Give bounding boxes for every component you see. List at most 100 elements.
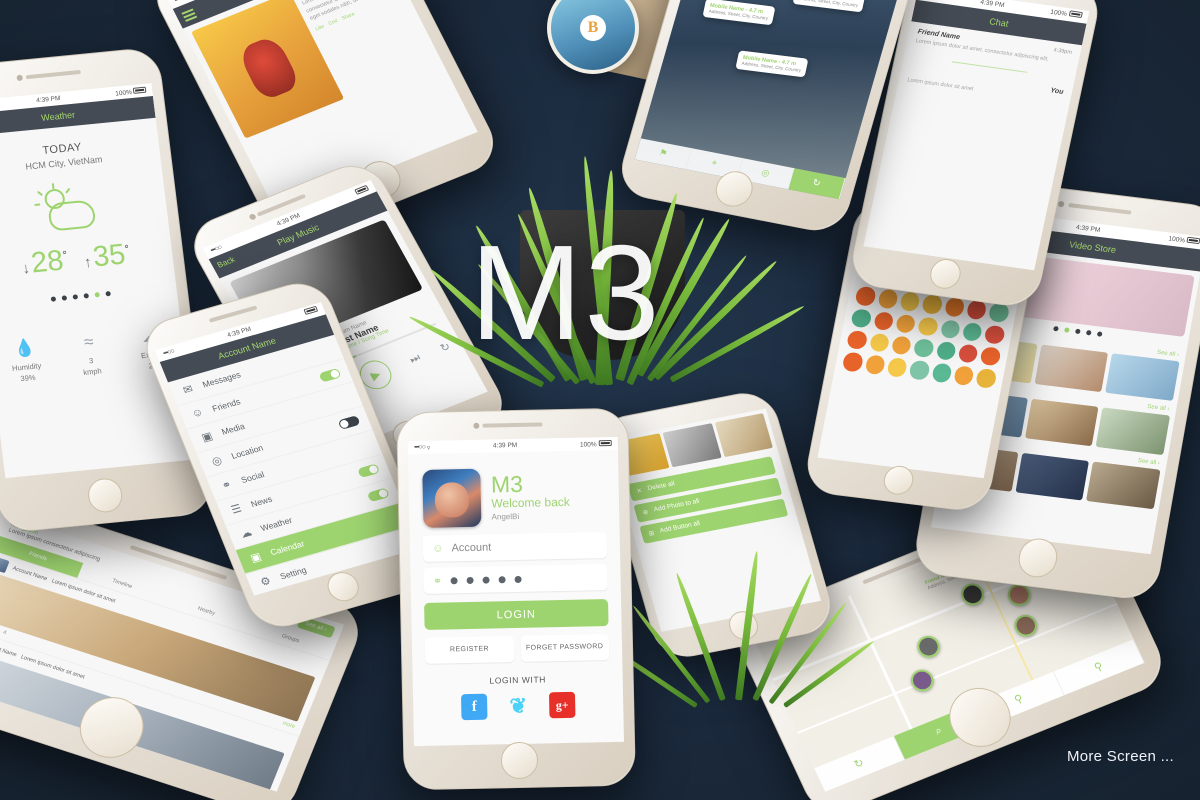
more-screen-label: More Screen ... [1066, 748, 1174, 765]
battery-icon [1186, 237, 1200, 245]
badge-letter: B [580, 15, 606, 41]
emoji-icon[interactable] [917, 316, 939, 337]
register-button[interactable]: REGISTER [425, 636, 514, 665]
account-field[interactable]: ☺ Account [423, 532, 607, 563]
emoji-icon[interactable] [894, 313, 917, 334]
password-input[interactable] [450, 575, 522, 585]
map-pin-avatar[interactable] [913, 631, 944, 661]
brand-overlay: M3 [470, 217, 662, 368]
emoji-icon[interactable] [921, 294, 944, 315]
see-all-link[interactable]: See all › [1147, 404, 1170, 413]
emoji-icon[interactable] [930, 362, 953, 384]
ar-card-sub: Address, Street, City, Country [798, 0, 859, 8]
emoji-icon[interactable] [983, 324, 1006, 345]
emoji-icon[interactable] [965, 299, 988, 321]
login-screen: •••○○ ▿ 4:39 PM 100% M3 Welcome back Ang… [408, 437, 624, 746]
weather-pager[interactable] [0, 285, 177, 309]
battery-icon [354, 184, 370, 195]
action-label: Add Button all [659, 520, 701, 535]
battery-pct: 100% [1167, 235, 1186, 245]
news-toggle[interactable] [356, 463, 380, 479]
action-label: Delete all [646, 480, 676, 493]
emoji-icon[interactable] [957, 343, 980, 364]
emoji-icon[interactable] [876, 288, 899, 310]
emoji-icon[interactable] [854, 286, 877, 307]
emoji-icon[interactable] [850, 308, 873, 329]
friends-toggle[interactable] [317, 367, 341, 383]
status-time: 4:39 PM [492, 442, 518, 450]
repeat-icon[interactable]: ↻ [438, 340, 452, 355]
more-link[interactable]: more [282, 720, 296, 729]
video-thumb[interactable] [1034, 344, 1109, 393]
facebook-icon[interactable]: f [460, 693, 488, 721]
gallery-screen: ✕ Delete all ⊕ Add Photo to all ⊞ Add Bu… [606, 408, 822, 633]
see-all-link[interactable]: See all › [1156, 350, 1179, 359]
emoji-icon[interactable] [975, 368, 998, 389]
weather-icon: ☁ [238, 526, 254, 541]
like-icon[interactable]: Like [314, 24, 325, 33]
login-button[interactable]: LOGIN [424, 599, 609, 631]
gallery-thumb[interactable] [662, 422, 722, 467]
emoji-icon[interactable] [943, 297, 966, 318]
emoji-icon[interactable] [872, 310, 895, 332]
battery-pct: 100% [114, 88, 133, 98]
stat-humidity: 💧 Humidity 39% [9, 337, 43, 384]
gear-icon: ⚙ [258, 574, 273, 589]
emoji-icon[interactable] [908, 360, 931, 381]
sidebar-item-label: News [249, 493, 274, 510]
video-thumb[interactable] [1095, 407, 1171, 455]
share-icon[interactable]: 4 [2, 629, 7, 636]
back-button[interactable]: Back [216, 255, 237, 270]
weather-toggle[interactable] [366, 487, 390, 503]
video-thumb[interactable] [1105, 353, 1180, 401]
login-header: M3 Welcome back AngelBi [408, 450, 619, 536]
avatar [0, 556, 11, 574]
emoji-icon[interactable] [912, 338, 935, 359]
ar-card[interactable]: Mobile Name - 4.7 m Address, Street, Cit… [702, 0, 776, 26]
map-pin-avatar[interactable] [907, 666, 937, 695]
temp-low: 28 [29, 244, 66, 280]
video-thumb[interactable] [1015, 452, 1090, 501]
emoji-icon[interactable] [886, 357, 909, 378]
phone-login[interactable]: •••○○ ▿ 4:39 PM 100% M3 Welcome back Ang… [396, 407, 636, 791]
next-icon[interactable]: ⏭ [408, 352, 424, 367]
emoji-icon[interactable] [890, 335, 913, 356]
video-thumb[interactable] [1086, 461, 1161, 510]
mockup-stage: B •••○○ ▿ 4:39 PM 100% News Subject [0, 0, 1200, 800]
twitter-icon[interactable]: ❦ [505, 693, 532, 720]
password-field[interactable]: ⚭ [423, 564, 608, 595]
battery-icon [133, 86, 147, 94]
account-input[interactable]: Account [451, 542, 491, 555]
emoji-icon[interactable] [864, 354, 886, 375]
calendar-icon: ▣ [248, 550, 264, 565]
emoji-icon[interactable] [841, 351, 864, 373]
message-icon: ✉ [181, 382, 195, 397]
emoji-icon[interactable] [953, 365, 975, 386]
hamburger-icon[interactable] [181, 8, 197, 24]
gallery-thumb[interactable] [714, 412, 773, 457]
emoji-icon[interactable] [868, 332, 891, 354]
weather-temperatures: ↓28° ↑35° [21, 238, 130, 280]
emoji-icon[interactable] [979, 346, 1002, 367]
ar-card[interactable]: Mobile Name - 4.7 m Address, Street, Cit… [735, 50, 809, 78]
emoji-icon[interactable] [939, 319, 962, 340]
social-login-row: f ❦ g+ [413, 691, 623, 721]
see-all-link[interactable]: See all › [1137, 458, 1160, 467]
emoji-icon[interactable] [899, 291, 921, 312]
home-button[interactable] [500, 741, 539, 780]
phone-weather[interactable]: •••○○ ▿ 4:39 PM 100% ❮Back Weather TODAY… [0, 46, 216, 534]
sun-cloud-icon [33, 183, 105, 239]
video-thumb[interactable] [1024, 398, 1099, 447]
battery-icon [598, 439, 612, 446]
avatar [422, 468, 482, 529]
googleplus-icon[interactable]: g+ [548, 691, 576, 719]
emoji-icon[interactable] [988, 302, 1010, 323]
emoji-icon[interactable] [961, 321, 984, 343]
share-icon[interactable]: Share [341, 11, 356, 21]
emoji-icon[interactable] [846, 330, 868, 351]
location-toggle[interactable] [337, 415, 361, 431]
emoji-icon[interactable] [935, 340, 957, 362]
ar-card[interactable]: Mobile Name - 4.7 m Address, Street, Cit… [792, 0, 866, 13]
comment-icon[interactable]: Cmt [328, 18, 339, 27]
forgot-password-button[interactable]: FORGET PASSWORD [520, 634, 609, 663]
